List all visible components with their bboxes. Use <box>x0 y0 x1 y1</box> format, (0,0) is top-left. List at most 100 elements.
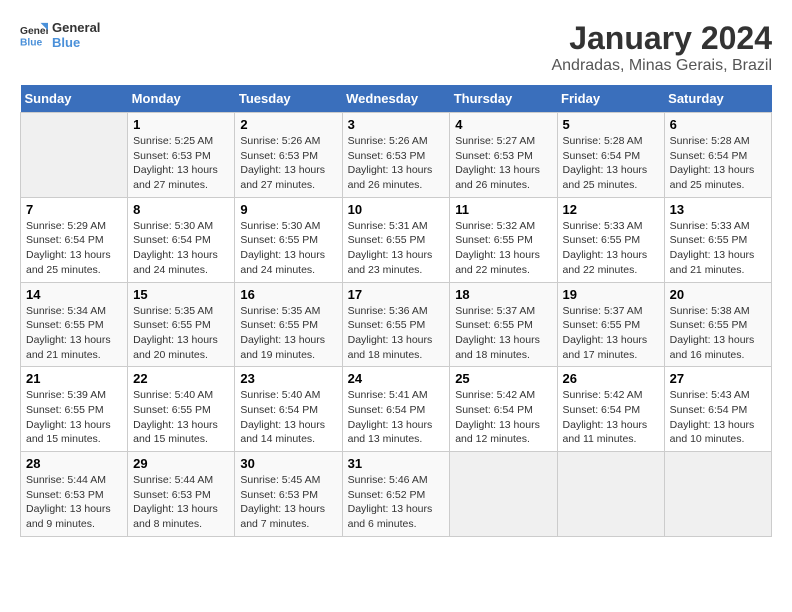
header-monday: Monday <box>128 85 235 113</box>
day-number: 10 <box>348 202 445 217</box>
day-number: 5 <box>563 117 659 132</box>
day-number: 8 <box>133 202 229 217</box>
cell-w1-d3: 2 Sunrise: 5:26 AMSunset: 6:53 PMDaylight… <box>235 113 342 198</box>
day-number: 15 <box>133 287 229 302</box>
day-number: 31 <box>348 456 445 471</box>
day-info: Sunrise: 5:40 AMSunset: 6:55 PMDaylight:… <box>133 388 229 447</box>
cell-w3-d7: 20 Sunrise: 5:38 AMSunset: 6:55 PMDayligh… <box>664 282 771 367</box>
day-info: Sunrise: 5:33 AMSunset: 6:55 PMDaylight:… <box>670 219 766 278</box>
day-number: 14 <box>26 287 122 302</box>
cell-w5-d6 <box>557 452 664 537</box>
cell-w2-d3: 9 Sunrise: 5:30 AMSunset: 6:55 PMDaylight… <box>235 197 342 282</box>
day-number: 12 <box>563 202 659 217</box>
day-info: Sunrise: 5:25 AMSunset: 6:53 PMDaylight:… <box>133 134 229 193</box>
day-info: Sunrise: 5:26 AMSunset: 6:53 PMDaylight:… <box>240 134 336 193</box>
logo-blue: Blue <box>52 35 100 50</box>
cell-w3-d2: 15 Sunrise: 5:35 AMSunset: 6:55 PMDayligh… <box>128 282 235 367</box>
day-number: 22 <box>133 371 229 386</box>
week-row-3: 14Sunrise: 5:34 AMSunset: 6:55 PMDayligh… <box>21 282 772 367</box>
day-info: Sunrise: 5:40 AMSunset: 6:54 PMDaylight:… <box>240 388 336 447</box>
week-row-2: 7 Sunrise: 5:29 AMSunset: 6:54 PMDaylight… <box>21 197 772 282</box>
cell-w1-d6: 5 Sunrise: 5:28 AMSunset: 6:54 PMDaylight… <box>557 113 664 198</box>
cell-w3-d5: 18 Sunrise: 5:37 AMSunset: 6:55 PMDayligh… <box>450 282 557 367</box>
logo-icon: General Blue <box>20 21 48 49</box>
day-info: Sunrise: 5:35 AMSunset: 6:55 PMDaylight:… <box>240 304 336 363</box>
day-info: Sunrise: 5:28 AMSunset: 6:54 PMDaylight:… <box>670 134 766 193</box>
day-info: Sunrise: 5:28 AMSunset: 6:54 PMDaylight:… <box>563 134 659 193</box>
week-row-4: 21Sunrise: 5:39 AMSunset: 6:55 PMDayligh… <box>21 367 772 452</box>
day-number: 26 <box>563 371 659 386</box>
header-row: SundayMondayTuesdayWednesdayThursdayFrid… <box>21 85 772 113</box>
cell-w5-d1: 28 Sunrise: 5:44 AMSunset: 6:53 PMDayligh… <box>21 452 128 537</box>
day-info: Sunrise: 5:35 AMSunset: 6:55 PMDaylight:… <box>133 304 229 363</box>
day-number: 20 <box>670 287 766 302</box>
day-info: Sunrise: 5:26 AMSunset: 6:53 PMDaylight:… <box>348 134 445 193</box>
day-number: 2 <box>240 117 336 132</box>
day-number: 30 <box>240 456 336 471</box>
day-number: 7 <box>26 202 122 217</box>
cell-w1-d2: 1 Sunrise: 5:25 AMSunset: 6:53 PMDaylight… <box>128 113 235 198</box>
cell-w1-d1 <box>21 113 128 198</box>
day-number: 17 <box>348 287 445 302</box>
day-info: Sunrise: 5:37 AMSunset: 6:55 PMDaylight:… <box>455 304 551 363</box>
day-number: 28 <box>26 456 122 471</box>
day-number: 24 <box>348 371 445 386</box>
day-info: Sunrise: 5:32 AMSunset: 6:55 PMDaylight:… <box>455 219 551 278</box>
day-info: Sunrise: 5:44 AMSunset: 6:53 PMDaylight:… <box>133 473 229 532</box>
cell-w1-d7: 6 Sunrise: 5:28 AMSunset: 6:54 PMDaylight… <box>664 113 771 198</box>
day-number: 1 <box>133 117 229 132</box>
day-info: Sunrise: 5:30 AMSunset: 6:55 PMDaylight:… <box>240 219 336 278</box>
header-saturday: Saturday <box>664 85 771 113</box>
cell-w3-d4: 17 Sunrise: 5:36 AMSunset: 6:55 PMDayligh… <box>342 282 450 367</box>
day-info: Sunrise: 5:30 AMSunset: 6:54 PMDaylight:… <box>133 219 229 278</box>
day-number: 16 <box>240 287 336 302</box>
day-number: 29 <box>133 456 229 471</box>
week-row-5: 28 Sunrise: 5:44 AMSunset: 6:53 PMDayligh… <box>21 452 772 537</box>
day-info: Sunrise: 5:44 AMSunset: 6:53 PMDaylight:… <box>26 473 122 532</box>
day-info: Sunrise: 5:45 AMSunset: 6:53 PMDaylight:… <box>240 473 336 532</box>
cell-w4-d6: 26Sunrise: 5:42 AMSunset: 6:54 PMDayligh… <box>557 367 664 452</box>
day-info: Sunrise: 5:38 AMSunset: 6:55 PMDaylight:… <box>670 304 766 363</box>
cell-w1-d5: 4 Sunrise: 5:27 AMSunset: 6:53 PMDaylight… <box>450 113 557 198</box>
title-area: January 2024 Andradas, Minas Gerais, Bra… <box>551 20 772 75</box>
cell-w3-d6: 19 Sunrise: 5:37 AMSunset: 6:55 PMDayligh… <box>557 282 664 367</box>
cell-w4-d7: 27Sunrise: 5:43 AMSunset: 6:54 PMDayligh… <box>664 367 771 452</box>
cell-w4-d2: 22 Sunrise: 5:40 AMSunset: 6:55 PMDayligh… <box>128 367 235 452</box>
cell-w2-d5: 11Sunrise: 5:32 AMSunset: 6:55 PMDayligh… <box>450 197 557 282</box>
cell-w5-d2: 29 Sunrise: 5:44 AMSunset: 6:53 PMDayligh… <box>128 452 235 537</box>
day-info: Sunrise: 5:37 AMSunset: 6:55 PMDaylight:… <box>563 304 659 363</box>
cell-w3-d1: 14Sunrise: 5:34 AMSunset: 6:55 PMDayligh… <box>21 282 128 367</box>
day-info: Sunrise: 5:29 AMSunset: 6:54 PMDaylight:… <box>26 219 122 278</box>
logo: General Blue General Blue <box>20 20 100 50</box>
svg-text:General: General <box>20 26 48 37</box>
cell-w4-d5: 25Sunrise: 5:42 AMSunset: 6:54 PMDayligh… <box>450 367 557 452</box>
cell-w4-d4: 24 Sunrise: 5:41 AMSunset: 6:54 PMDayligh… <box>342 367 450 452</box>
cell-w2-d2: 8 Sunrise: 5:30 AMSunset: 6:54 PMDaylight… <box>128 197 235 282</box>
calendar-table: SundayMondayTuesdayWednesdayThursdayFrid… <box>20 85 772 537</box>
day-number: 27 <box>670 371 766 386</box>
day-number: 19 <box>563 287 659 302</box>
day-number: 4 <box>455 117 551 132</box>
day-number: 25 <box>455 371 551 386</box>
cell-w5-d7 <box>664 452 771 537</box>
header-wednesday: Wednesday <box>342 85 450 113</box>
svg-text:Blue: Blue <box>20 37 43 48</box>
calendar-subtitle: Andradas, Minas Gerais, Brazil <box>551 57 772 75</box>
cell-w2-d1: 7 Sunrise: 5:29 AMSunset: 6:54 PMDaylight… <box>21 197 128 282</box>
day-info: Sunrise: 5:27 AMSunset: 6:53 PMDaylight:… <box>455 134 551 193</box>
day-info: Sunrise: 5:36 AMSunset: 6:55 PMDaylight:… <box>348 304 445 363</box>
day-info: Sunrise: 5:41 AMSunset: 6:54 PMDaylight:… <box>348 388 445 447</box>
header-sunday: Sunday <box>21 85 128 113</box>
day-number: 9 <box>240 202 336 217</box>
header-tuesday: Tuesday <box>235 85 342 113</box>
cell-w5-d4: 31 Sunrise: 5:46 AMSunset: 6:52 PMDayligh… <box>342 452 450 537</box>
day-number: 6 <box>670 117 766 132</box>
cell-w2-d6: 12Sunrise: 5:33 AMSunset: 6:55 PMDayligh… <box>557 197 664 282</box>
cell-w5-d3: 30 Sunrise: 5:45 AMSunset: 6:53 PMDayligh… <box>235 452 342 537</box>
day-info: Sunrise: 5:46 AMSunset: 6:52 PMDaylight:… <box>348 473 445 532</box>
day-info: Sunrise: 5:31 AMSunset: 6:55 PMDaylight:… <box>348 219 445 278</box>
cell-w4-d3: 23Sunrise: 5:40 AMSunset: 6:54 PMDayligh… <box>235 367 342 452</box>
day-number: 18 <box>455 287 551 302</box>
header-friday: Friday <box>557 85 664 113</box>
cell-w4-d1: 21Sunrise: 5:39 AMSunset: 6:55 PMDayligh… <box>21 367 128 452</box>
